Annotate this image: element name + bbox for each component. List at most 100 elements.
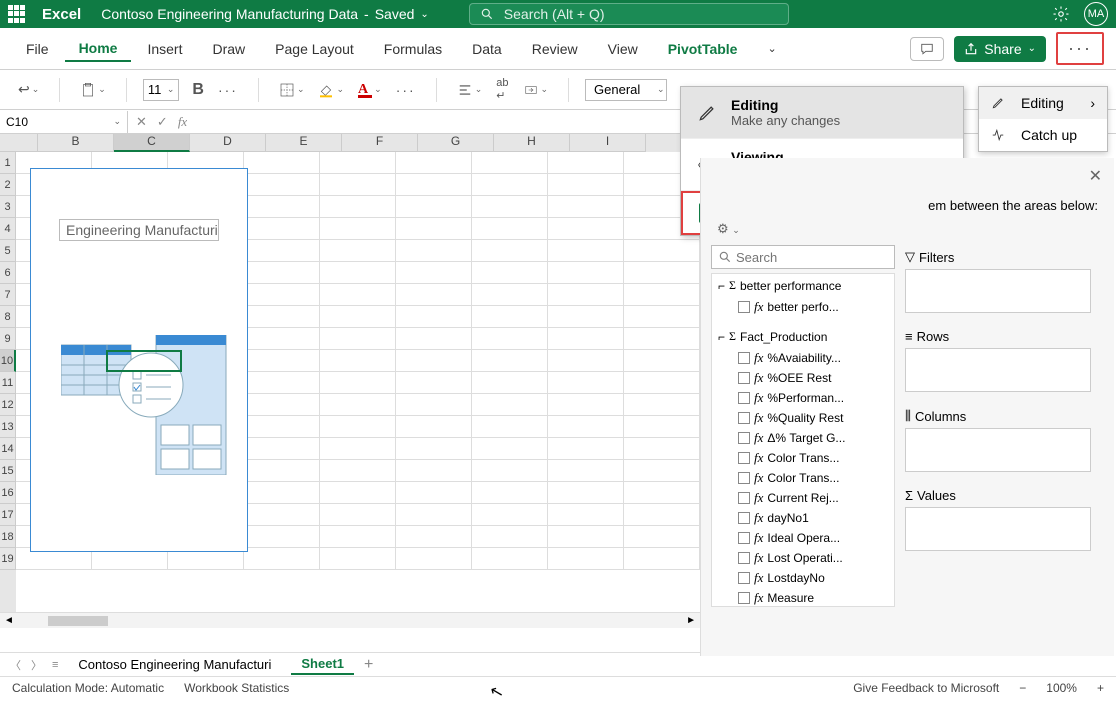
scroll-right-icon[interactable]: ►	[682, 615, 700, 626]
cancel-icon[interactable]: ✕	[136, 114, 147, 130]
row-header[interactable]: 2	[0, 174, 16, 196]
confirm-icon[interactable]: ✓	[157, 114, 168, 130]
drop-zone-values[interactable]	[905, 507, 1091, 551]
field-search-input[interactable]	[711, 245, 895, 269]
row-header[interactable]: 17	[0, 504, 16, 526]
row-header[interactable]: 14	[0, 438, 16, 460]
col-header[interactable]: B	[38, 134, 114, 152]
field-item[interactable]: fx%Avaiability...	[712, 348, 894, 368]
tab-data[interactable]: Data	[458, 37, 516, 61]
chevron-down-icon[interactable]: ⌄	[657, 84, 665, 95]
scroll-left-icon[interactable]: ◄	[0, 615, 18, 626]
col-header[interactable]: D	[190, 134, 266, 152]
horizontal-scrollbar[interactable]: ◄ ►	[0, 612, 700, 628]
font-color-button[interactable]: A ⌄	[354, 79, 386, 100]
wrap-text-button[interactable]: ab↵	[492, 75, 512, 104]
field-item[interactable]: fxdayNo1	[712, 508, 894, 528]
row-header[interactable]: 15	[0, 460, 16, 482]
col-header[interactable]: H	[494, 134, 570, 152]
row-header[interactable]: 9	[0, 328, 16, 350]
tab-file[interactable]: File	[12, 37, 63, 61]
field-item[interactable]: fxbetter perfo...	[712, 297, 894, 317]
col-header[interactable]: E	[266, 134, 342, 152]
tab-nav-prev[interactable]: 〈	[10, 657, 21, 673]
tab-review[interactable]: Review	[518, 37, 592, 61]
add-sheet-icon[interactable]: +	[364, 656, 373, 674]
field-item[interactable]: fxIdeal Opera...	[712, 528, 894, 548]
borders-button[interactable]: ⌄	[275, 80, 309, 100]
drop-zone-columns[interactable]	[905, 428, 1091, 472]
field-item[interactable]: fxLost Operati...	[712, 548, 894, 568]
gear-icon[interactable]	[1052, 5, 1070, 23]
pane-settings-icon[interactable]: ⚙ ⌄	[701, 221, 1114, 245]
more-font-button[interactable]: ···	[214, 80, 242, 100]
selected-cell[interactable]	[106, 350, 182, 372]
col-header[interactable]: F	[342, 134, 418, 152]
field-item[interactable]: fxLostdayNo	[712, 568, 894, 588]
calc-mode[interactable]: Calculation Mode: Automatic	[12, 681, 164, 695]
field-item[interactable]: fxCurrent Rej...	[712, 488, 894, 508]
avatar[interactable]: MA	[1084, 2, 1108, 26]
field-item[interactable]: fxColor Trans...	[712, 468, 894, 488]
paste-button[interactable]: ⌄	[76, 79, 110, 101]
tab-home[interactable]: Home	[65, 36, 132, 62]
row-header[interactable]: 5	[0, 240, 16, 262]
sheet-tab[interactable]: Sheet1	[291, 654, 354, 675]
row-header[interactable]: 11	[0, 372, 16, 394]
tab-view[interactable]: View	[594, 37, 652, 61]
field-group[interactable]: ⌐ΣFact_Production	[712, 325, 894, 348]
workbook-stats[interactable]: Workbook Statistics	[184, 681, 289, 695]
field-item[interactable]: fxColor Trans...	[712, 448, 894, 468]
feedback-link[interactable]: Give Feedback to Microsoft	[853, 681, 999, 695]
field-item[interactable]: fx%Quality Rest	[712, 408, 894, 428]
row-header[interactable]: 8	[0, 306, 16, 328]
row-header[interactable]: 6	[0, 262, 16, 284]
row-header[interactable]: 10	[0, 350, 16, 372]
field-item[interactable]: fxΔ% Target G...	[712, 428, 894, 448]
menu-item-editing-mode[interactable]: Editing ›	[979, 87, 1107, 119]
merge-button[interactable]: ⌄	[519, 81, 553, 99]
row-header[interactable]: 3	[0, 196, 16, 218]
field-item[interactable]: fxMeasure	[712, 588, 894, 607]
field-item[interactable]: fx%Performan...	[712, 388, 894, 408]
col-header[interactable]: G	[418, 134, 494, 152]
chevron-down-icon[interactable]: ⌄	[753, 38, 790, 59]
tab-formulas[interactable]: Formulas	[370, 37, 456, 61]
cells-area[interactable]: document.write(Array.from({length:19},()…	[16, 152, 700, 612]
menu-item-catch-up[interactable]: Catch up	[979, 119, 1107, 151]
more-format-button[interactable]: ···	[392, 80, 420, 100]
search-box[interactable]: Search (Alt + Q)	[469, 3, 789, 25]
close-icon[interactable]: ✕	[1089, 166, 1102, 186]
menu-item-editing[interactable]: EditingMake any changes	[681, 87, 963, 139]
comments-button[interactable]	[910, 37, 944, 61]
share-button[interactable]: Share ⌄	[954, 36, 1046, 62]
align-button[interactable]: ⌄	[453, 81, 487, 99]
sheet-tab[interactable]: Contoso Engineering Manufacturi	[68, 655, 281, 674]
row-header[interactable]: 13	[0, 416, 16, 438]
row-header[interactable]: 19	[0, 548, 16, 570]
tab-page-layout[interactable]: Page Layout	[261, 37, 368, 61]
field-list[interactable]: ⌐Σbetter performance fxbetter perfo... ⌐…	[711, 273, 895, 607]
fill-color-button[interactable]: ⌄	[314, 80, 348, 100]
col-header[interactable]: I	[570, 134, 646, 152]
tab-nav-next[interactable]: 〉	[31, 657, 42, 673]
drop-zone-filters[interactable]	[905, 269, 1091, 313]
tab-insert[interactable]: Insert	[133, 37, 196, 61]
field-item[interactable]: fx%OEE Rest	[712, 368, 894, 388]
row-header[interactable]: 18	[0, 526, 16, 548]
col-header[interactable]: C	[114, 134, 190, 152]
fx-icon[interactable]: fx	[178, 114, 187, 130]
document-title[interactable]: Contoso Engineering Manufacturing Data -…	[101, 6, 429, 22]
tab-draw[interactable]: Draw	[198, 37, 259, 61]
row-header[interactable]: 1	[0, 152, 16, 174]
more-options-button[interactable]: ···	[1056, 32, 1104, 65]
zoom-in-icon[interactable]: +	[1097, 681, 1104, 695]
number-format-select[interactable]: General	[585, 79, 667, 101]
app-launcher-icon[interactable]	[8, 5, 26, 23]
drop-zone-rows[interactable]	[905, 348, 1091, 392]
name-box[interactable]: C10 ⌄	[0, 111, 128, 133]
row-header[interactable]: 7	[0, 284, 16, 306]
row-header[interactable]: 12	[0, 394, 16, 416]
row-header[interactable]: 4	[0, 218, 16, 240]
row-header[interactable]: 16	[0, 482, 16, 504]
